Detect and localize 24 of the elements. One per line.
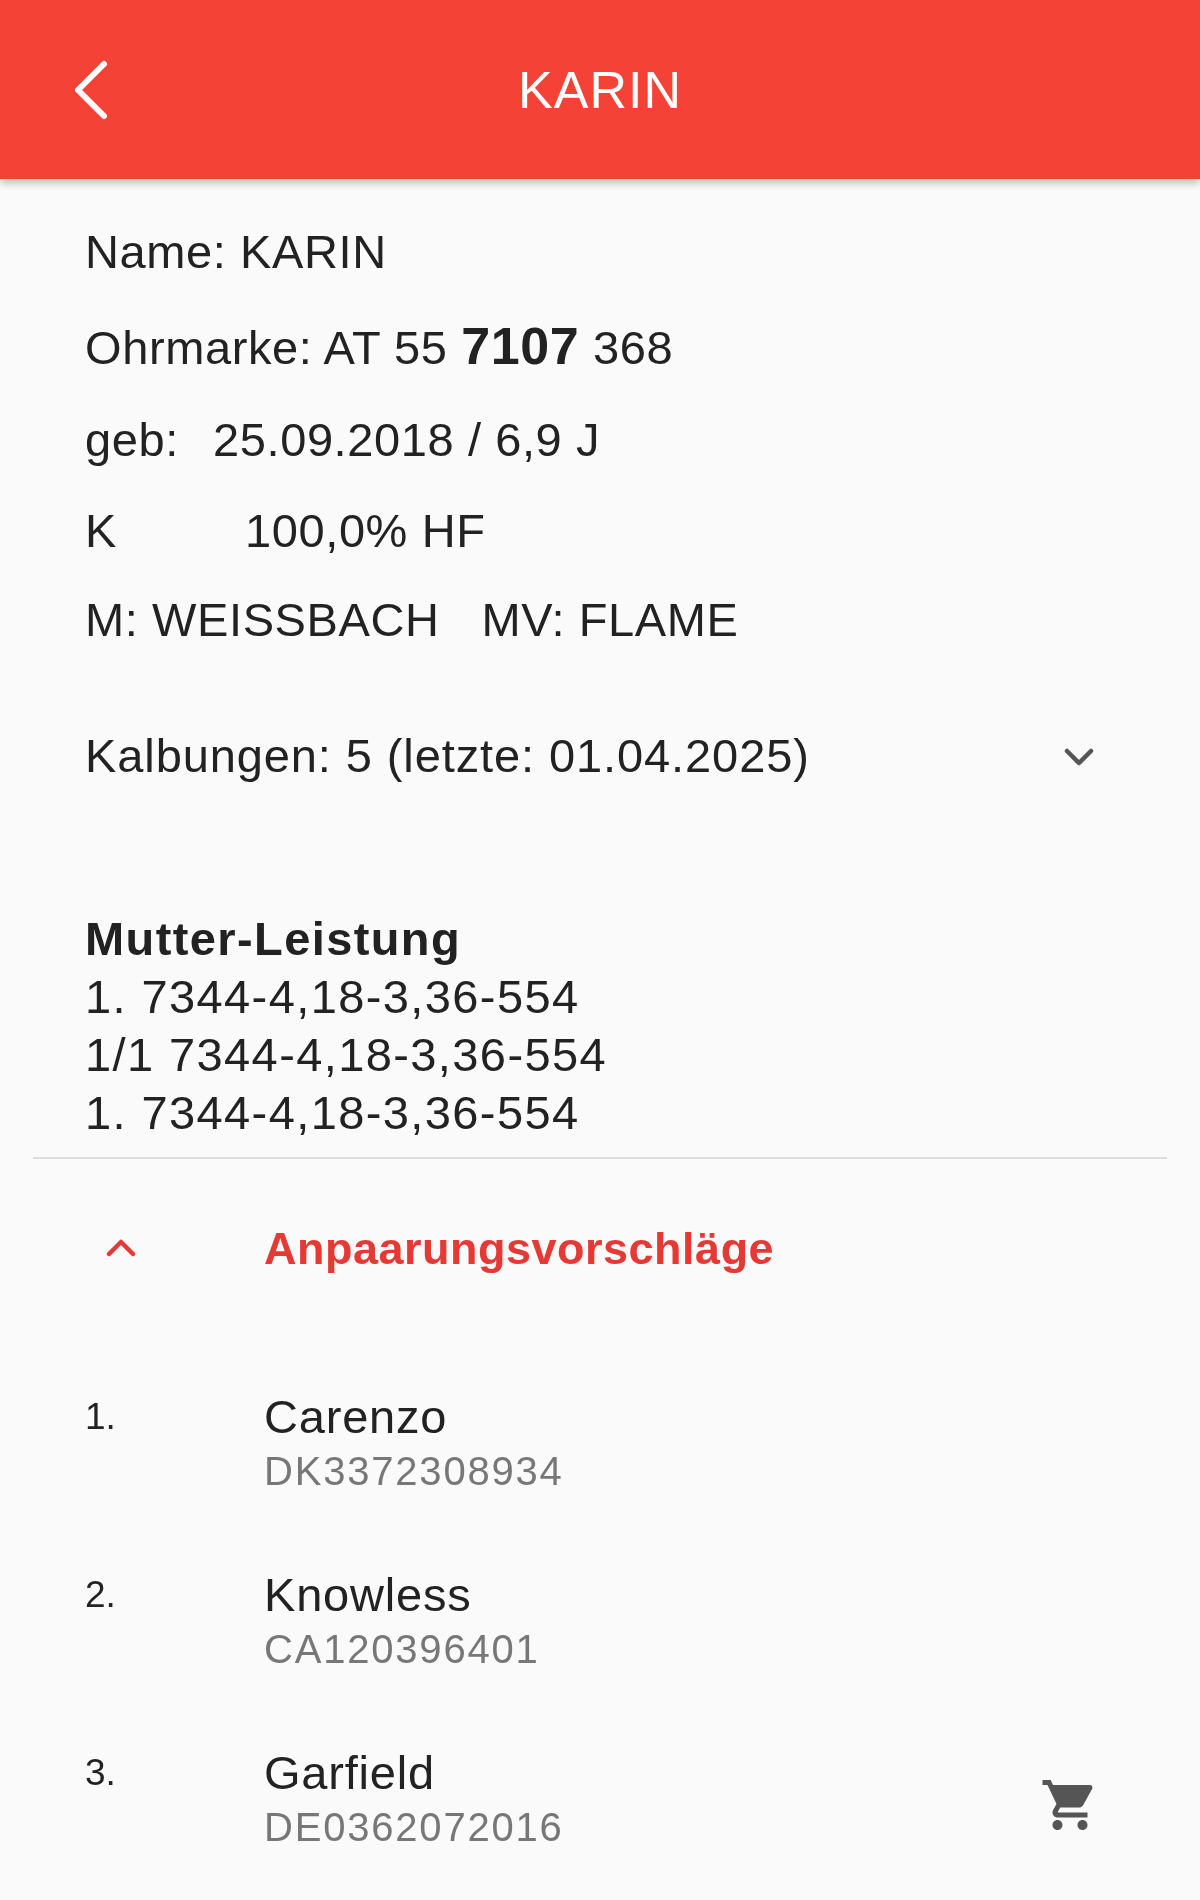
bull-name[interactable]: Garfield [264,1745,564,1801]
performance-line: 1. 7344-4,18-3,36-554 [85,969,581,1025]
ear-tag-text: Ohrmarke: AT 55 7107 368 [85,316,674,377]
bull-name[interactable]: Knowless [264,1567,540,1623]
breed-share: 100,0% HF [245,503,486,559]
maternal-sire-text: MV: FLAME [481,592,739,648]
bull-code: DE0362072016 [264,1804,564,1851]
mother-text: M: WEISSBACH [85,592,440,648]
birth-value: 25.09.2018 / 6,9 J [213,412,601,468]
rank-number: 3. [85,1751,117,1795]
rank-number: 1. [85,1395,117,1439]
screen-title: KARIN [518,59,682,120]
breed-code: K [85,503,118,559]
section-header[interactable]: Anpaarungsvorschläge [264,1223,775,1275]
bull-code: DK3372308934 [264,1448,564,1495]
name-text: Name: KARIN [85,224,387,280]
performance-line: 1. 7344-4,18-3,36-554 [85,1085,581,1141]
calvings-text: Kalbungen: 5 (letzte: 01.04.2025) [85,728,810,783]
performance-line: 1/1 7344-4,18-3,36-554 [85,1027,609,1083]
bull-code: CA120396401 [264,1626,540,1673]
section-title: Mutter-Leistung [85,911,463,967]
birth-label: geb: [85,412,180,468]
bull-name[interactable]: Carenzo [264,1389,564,1445]
rank-number: 2. [85,1573,117,1617]
